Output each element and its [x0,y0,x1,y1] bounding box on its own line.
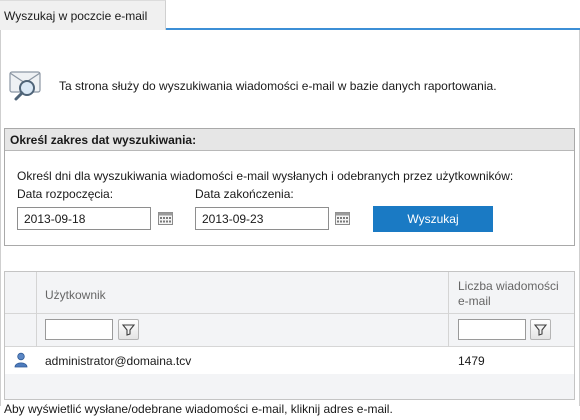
date-range-description: Określ dni dla wyszukiwania wiadomości e… [17,169,514,183]
envelope-magnifier-icon [9,71,41,101]
start-date-field[interactable] [17,207,151,230]
column-divider [36,272,37,347]
column-header-count[interactable]: Liczba wiadomości e-mail [458,279,559,309]
count-filter-input[interactable] [458,319,526,340]
column-header-user[interactable]: Użytkownik [45,288,106,303]
user-email-link[interactable]: administrator@domaina.tcv [45,354,191,368]
column-header-count-line1: Liczba wiadomości [458,279,559,293]
column-header-count-line2: e-mail [458,294,491,308]
column-divider [448,272,449,347]
grid-filter-row [5,314,574,347]
tab-label: Wyszukaj w poczcie e-mail [4,9,148,23]
date-range-title: Określ zakres dat wyszukiwania: [5,129,574,151]
results-grid: Użytkownik Liczba wiadomości e-mail admi… [4,271,575,400]
start-date-label: Data rozpoczęcia: [17,187,114,201]
email-count: 1479 [458,354,485,368]
filter-icon [121,324,136,336]
tab-bar: Wyszukaj w poczcie e-mail [0,0,580,30]
footer-note: Aby wyświetlić wysłane/odebrane wiadomoś… [4,402,393,416]
calendar-icon[interactable] [335,212,350,225]
count-filter-button[interactable] [530,319,551,340]
intro-text: Ta strona służy do wyszukiwania wiadomoś… [59,79,497,93]
search-button[interactable]: Wyszukaj [373,206,493,232]
end-date-field[interactable] [195,207,329,230]
grid-header-row: Użytkownik Liczba wiadomości e-mail [5,272,574,314]
user-filter-input[interactable] [45,319,113,340]
user-filter-button[interactable] [118,319,139,340]
grid-empty-row [5,374,574,399]
date-range-panel: Określ zakres dat wyszukiwania: Określ d… [4,128,575,246]
user-icon [14,352,28,368]
table-row[interactable]: administrator@domaina.tcv 1479 [5,347,574,374]
calendar-icon[interactable] [158,212,173,225]
end-date-label: Data zakończenia: [195,187,294,201]
filter-icon [533,324,548,336]
tab-email-search[interactable]: Wyszukaj w poczcie e-mail [0,0,166,30]
